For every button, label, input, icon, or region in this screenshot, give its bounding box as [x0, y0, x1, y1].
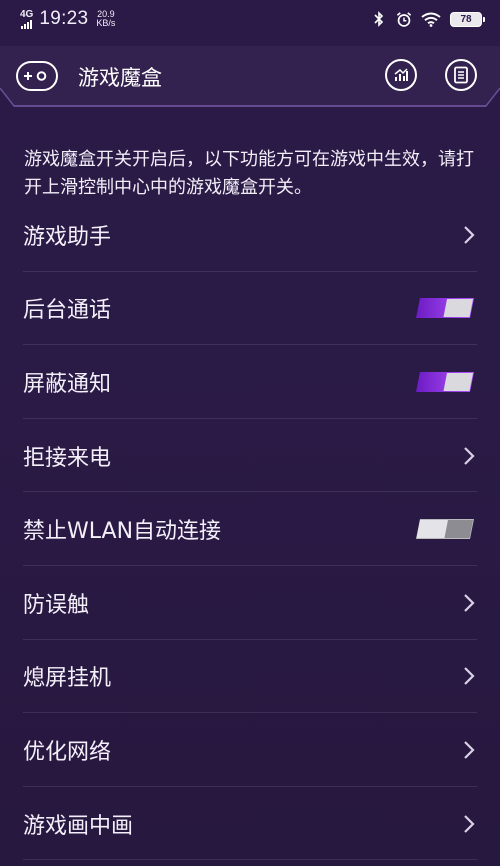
alarm-icon: [396, 11, 412, 27]
chevron-right-icon: [462, 813, 476, 835]
setting-picture-in-picture[interactable]: 游戏画中画: [0, 787, 500, 861]
setting-label: 优化网络: [23, 739, 112, 765]
document-icon: [454, 66, 468, 84]
setting-label: 熄屏挂机: [23, 666, 112, 692]
clock: 19:23: [39, 8, 89, 29]
wifi-icon: [421, 11, 441, 27]
game-controller-icon[interactable]: [16, 61, 58, 91]
setting-optimize-network[interactable]: 优化网络: [0, 713, 500, 787]
setting-label: 后台通话: [23, 298, 112, 324]
signal-icon: [21, 19, 33, 29]
setting-label: 拒接来电: [23, 445, 112, 471]
network-speed: 20.9 KB/s: [96, 10, 115, 28]
cellular-signal: 4G: [20, 8, 34, 29]
header-frame: [0, 46, 500, 107]
wlan-autoconnect-toggle[interactable]: [414, 517, 476, 541]
app-header: 游戏魔盒: [0, 40, 500, 114]
chevron-right-icon: [462, 665, 476, 687]
setting-game-assistant[interactable]: 游戏助手: [0, 198, 500, 272]
setting-reject-calls[interactable]: 拒接来电: [0, 419, 500, 493]
battery-level: 78: [460, 13, 472, 25]
speed-unit: KB/s: [96, 18, 116, 28]
stats-button[interactable]: [385, 59, 417, 91]
bluetooth-icon: [371, 11, 387, 27]
settings-list: 游戏助手 后台通话 屏蔽通知 拒接来电 禁止WLAN自动连接 防误触 熄屏挂机 …: [0, 198, 500, 860]
chevron-right-icon: [462, 592, 476, 614]
record-button[interactable]: [445, 59, 477, 91]
setting-background-call[interactable]: 后台通话: [0, 272, 500, 346]
setting-screen-off-idle[interactable]: 熄屏挂机: [0, 640, 500, 714]
setting-disable-wlan-autoconnect[interactable]: 禁止WLAN自动连接: [0, 492, 500, 566]
setting-label: 屏蔽通知: [23, 371, 112, 397]
setting-label: 游戏画中画: [23, 813, 134, 839]
setting-label: 游戏助手: [23, 224, 112, 250]
network-type: 4G: [20, 8, 34, 20]
battery-icon: 78: [450, 11, 485, 27]
chart-icon: [394, 68, 408, 81]
background-call-toggle[interactable]: [414, 296, 476, 320]
setting-label: 防误触: [23, 592, 90, 618]
page-title: 游戏魔盒: [78, 66, 162, 90]
setting-block-notifications[interactable]: 屏蔽通知: [0, 345, 500, 419]
chevron-right-icon: [462, 224, 476, 246]
status-bar: 4G 19:23 20.9 KB/s 78: [0, 0, 500, 38]
block-notifications-toggle[interactable]: [414, 370, 476, 394]
chevron-right-icon: [462, 445, 476, 467]
notice-text: 游戏魔盒开关开启后，以下功能方可在游戏中生效，请打开上滑控制中心中的游戏魔盒开关…: [24, 149, 474, 198]
setting-anti-mistouch[interactable]: 防误触: [0, 566, 500, 640]
setting-label: 禁止WLAN自动连接: [23, 519, 222, 545]
chevron-right-icon: [462, 739, 476, 761]
